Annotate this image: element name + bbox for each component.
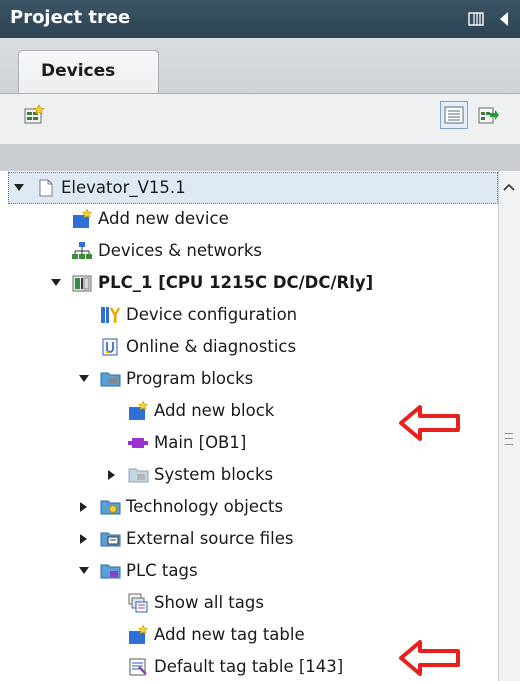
- scroll-grip-icon[interactable]: [505, 433, 513, 445]
- tree-item-label: Devices & networks: [98, 241, 262, 260]
- split-view-icon[interactable]: [466, 8, 486, 30]
- expand-down-icon[interactable]: [50, 277, 62, 289]
- project-file-icon: [36, 178, 56, 198]
- expand-right-icon[interactable]: [78, 533, 90, 545]
- tree-item-label: Add new tag table: [154, 625, 305, 644]
- tree-item-label: External source files: [126, 529, 294, 548]
- tree-item-device-configuration[interactable]: Device configuration: [8, 300, 498, 332]
- tree-item-add-new-device[interactable]: Add new device: [8, 204, 498, 236]
- folder-icon: [128, 465, 149, 485]
- expand-down-icon[interactable]: [13, 182, 25, 194]
- tree-item-external-source-files[interactable]: External source files: [8, 524, 498, 556]
- annotation-arrow-icon: [399, 405, 460, 441]
- details-view-icon[interactable]: [440, 101, 468, 129]
- tree-item-devices-networks[interactable]: Devices & networks: [8, 236, 498, 268]
- add-tag-table-icon: [128, 624, 149, 645]
- tree-item-label: Show all tags: [154, 593, 264, 612]
- tree-item-plc[interactable]: PLC_1 [CPU 1215C DC/DC/Rly]: [8, 268, 498, 300]
- tree-item-label: Technology objects: [126, 497, 284, 516]
- panel-title: Project tree: [10, 7, 131, 28]
- tab-devices-label: Devices: [41, 61, 116, 81]
- add-new-block-icon: [128, 400, 149, 421]
- tree-item-project[interactable]: Elevator_V15.1: [8, 172, 498, 204]
- show-tags-icon: [128, 593, 148, 613]
- tree-item-system-blocks[interactable]: System blocks: [8, 460, 498, 492]
- expand-down-icon[interactable]: [78, 373, 90, 385]
- devices-networks-icon: [72, 241, 92, 261]
- title-bar: Project tree: [0, 0, 520, 38]
- tree-item-label: Add new device: [98, 209, 229, 228]
- scroll-up-icon[interactable]: [499, 173, 519, 201]
- tree-item-label: Add new block: [154, 401, 275, 420]
- expand-right-icon[interactable]: [78, 501, 90, 513]
- tag-table-icon: [128, 657, 148, 677]
- technology-objects-icon: [100, 497, 121, 517]
- online-diagnostics-icon: [100, 337, 120, 357]
- tree-item-label: Default tag table [143]: [154, 657, 344, 676]
- export-view-icon[interactable]: [474, 101, 502, 129]
- collapse-left-icon[interactable]: [494, 8, 514, 30]
- ob-block-icon: [128, 433, 148, 453]
- tree-item-label: PLC tags: [126, 561, 198, 580]
- folder-icon: [100, 561, 121, 581]
- plc-icon: [72, 273, 92, 293]
- device-configuration-icon: [100, 305, 121, 325]
- tree-item-program-blocks[interactable]: Program blocks: [8, 364, 498, 396]
- tree-item-online-diagnostics[interactable]: Online & diagnostics: [8, 332, 498, 364]
- tree-item-show-all-tags[interactable]: Show all tags: [8, 588, 498, 620]
- vertical-scrollbar[interactable]: [498, 171, 520, 681]
- external-source-icon: [100, 529, 121, 549]
- add-device-tool-icon[interactable]: [20, 101, 48, 129]
- tree-item-plc-tags[interactable]: PLC tags: [8, 556, 498, 588]
- tab-devices[interactable]: Devices: [18, 50, 159, 93]
- expand-right-icon[interactable]: [106, 469, 118, 481]
- tree-item-label: Main [OB1]: [154, 433, 247, 452]
- toolbar: [0, 93, 520, 144]
- tree-item-label: Elevator_V15.1: [61, 178, 186, 197]
- expand-down-icon[interactable]: [78, 565, 90, 577]
- tree-item-technology-objects[interactable]: Technology objects: [8, 492, 498, 524]
- add-new-device-icon: [72, 208, 93, 229]
- project-tree: Elevator_V15.1 Add new device Devices & …: [0, 171, 498, 681]
- tree-item-label: Device configuration: [126, 305, 298, 324]
- tree-item-label: System blocks: [154, 465, 274, 484]
- tab-bar: Devices: [0, 38, 520, 93]
- folder-icon: [100, 369, 121, 389]
- annotation-arrow-icon: [399, 640, 460, 676]
- tree-item-label: PLC_1 [CPU 1215C DC/DC/Rly]: [98, 273, 374, 292]
- filter-bar: [0, 144, 520, 171]
- tree-item-label: Online & diagnostics: [126, 337, 297, 356]
- tree-item-label: Program blocks: [126, 369, 254, 388]
